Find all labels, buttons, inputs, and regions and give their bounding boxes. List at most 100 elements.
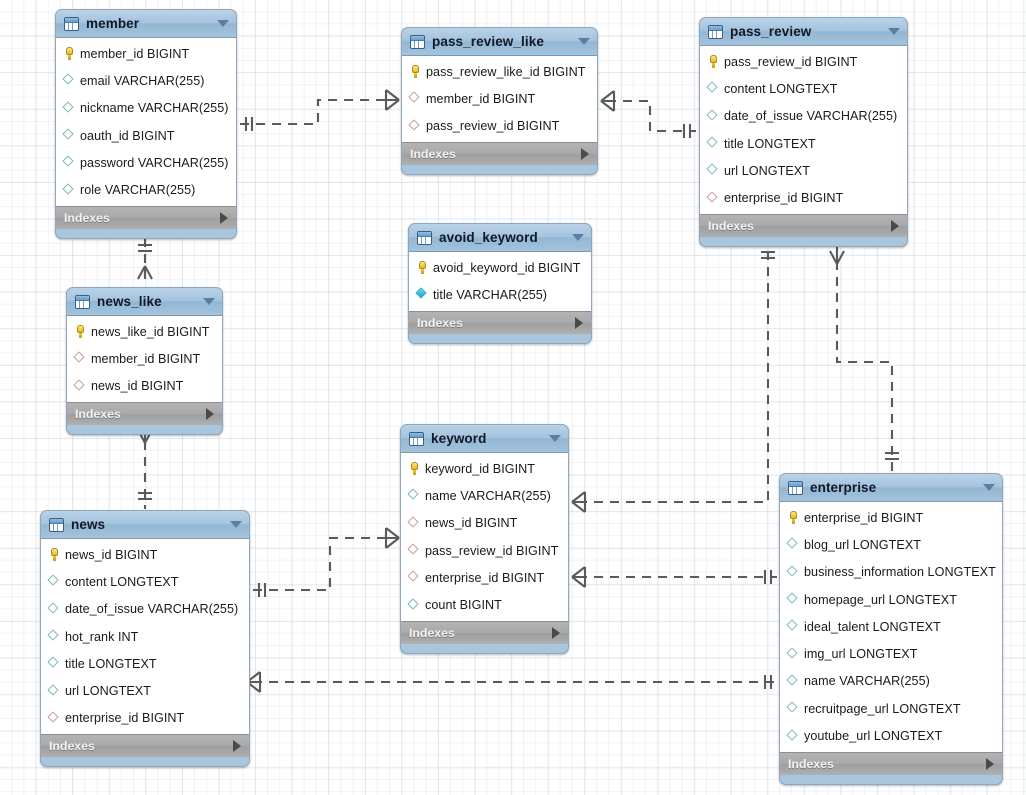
table-column[interactable]: enterprise_id BIGINT xyxy=(401,564,568,591)
table-column[interactable]: ideal_talent LONGTEXT xyxy=(780,613,1002,640)
table-column[interactable]: member_id BIGINT xyxy=(56,40,236,67)
chevron-right-icon[interactable] xyxy=(206,407,214,420)
table-pass_review_like[interactable]: pass_review_like pass_review_like_id BIGI… xyxy=(401,27,598,175)
chevron-right-icon[interactable] xyxy=(575,316,583,329)
indexes-label: Indexes xyxy=(49,739,95,754)
table-column[interactable]: pass_review_like_id BIGINT xyxy=(402,58,597,85)
indexes-section-pass_review_like[interactable]: Indexes xyxy=(402,141,597,165)
primary-key-icon xyxy=(63,47,76,61)
column-icon xyxy=(787,593,800,606)
indexes-section-news[interactable]: Indexes xyxy=(41,734,249,758)
table-column[interactable]: email VARCHAR(255) xyxy=(56,67,236,94)
table-column[interactable]: member_id BIGINT xyxy=(402,85,597,112)
table-column[interactable]: business_information LONGTEXT xyxy=(780,559,1002,586)
table-header-keyword[interactable]: keyword xyxy=(401,425,568,453)
table-header-news_like[interactable]: news_like xyxy=(67,288,222,316)
table-column[interactable]: pass_review_id BIGINT xyxy=(402,113,597,140)
table-column[interactable]: nickname VARCHAR(255) xyxy=(56,95,236,122)
table-column[interactable]: name VARCHAR(255) xyxy=(780,668,1002,695)
table-column[interactable]: img_url LONGTEXT xyxy=(780,640,1002,667)
chevron-down-icon[interactable] xyxy=(888,28,900,35)
table-column[interactable]: date_of_issue VARCHAR(255) xyxy=(700,103,907,130)
table-column[interactable]: avoid_keyword_id BIGINT xyxy=(409,254,591,281)
table-keyword[interactable]: keyword keyword_id BIGINT name VARCHAR(255… xyxy=(400,424,569,654)
table-column[interactable]: url LONGTEXT xyxy=(700,157,907,184)
table-column[interactable]: pass_review_id BIGINT xyxy=(401,537,568,564)
table-avoid_keyword[interactable]: avoid_keyword avoid_keyword_id BIGINT titl… xyxy=(408,223,592,344)
chevron-down-icon[interactable] xyxy=(572,234,584,241)
chevron-down-icon[interactable] xyxy=(549,435,561,442)
table-header-enterprise[interactable]: enterprise xyxy=(780,474,1002,502)
table-column[interactable]: recruitpage_url LONGTEXT xyxy=(780,695,1002,722)
column-label: hot_rank INT xyxy=(65,629,139,644)
column-icon xyxy=(63,156,76,169)
table-enterprise[interactable]: enterprise enterprise_id BIGINT blog_url L… xyxy=(779,473,1003,785)
indexes-section-enterprise[interactable]: Indexes xyxy=(780,751,1002,775)
chevron-down-icon[interactable] xyxy=(230,521,242,528)
table-column[interactable]: date_of_issue VARCHAR(255) xyxy=(41,596,249,623)
table-header-member[interactable]: member xyxy=(56,10,236,38)
column-label: count BIGINT xyxy=(425,598,502,613)
table-column[interactable]: enterprise_id BIGINT xyxy=(780,504,1002,531)
table-column[interactable]: enterprise_id BIGINT xyxy=(41,705,249,732)
table-column[interactable]: homepage_url LONGTEXT xyxy=(780,586,1002,613)
chevron-right-icon[interactable] xyxy=(220,211,228,224)
table-column[interactable]: name VARCHAR(255) xyxy=(401,482,568,509)
table-column[interactable]: keyword_id BIGINT xyxy=(401,455,568,482)
table-column[interactable]: count BIGINT xyxy=(401,591,568,618)
relationship-member-pass_review_like xyxy=(240,89,400,131)
table-header-avoid_keyword[interactable]: avoid_keyword xyxy=(409,224,591,252)
indexes-label: Indexes xyxy=(417,315,463,330)
table-column[interactable]: news_id BIGINT xyxy=(41,541,249,568)
table-name-label: avoid_keyword xyxy=(439,230,538,245)
column-label: title LONGTEXT xyxy=(65,656,157,671)
chevron-down-icon[interactable] xyxy=(203,298,215,305)
table-column[interactable]: url LONGTEXT xyxy=(41,677,249,704)
chevron-down-icon[interactable] xyxy=(217,20,229,27)
chevron-down-icon[interactable] xyxy=(578,38,590,45)
table-column[interactable]: pass_review_id BIGINT xyxy=(700,48,907,75)
table-pass_review[interactable]: pass_review pass_review_id BIGINT content … xyxy=(699,17,908,247)
table-column[interactable]: password VARCHAR(255) xyxy=(56,149,236,176)
table-column[interactable]: title VARCHAR(255) xyxy=(409,281,591,308)
table-header-pass_review[interactable]: pass_review xyxy=(700,18,907,46)
table-column[interactable]: oauth_id BIGINT xyxy=(56,122,236,149)
chevron-right-icon[interactable] xyxy=(891,219,899,232)
table-column[interactable]: enterprise_id BIGINT xyxy=(700,184,907,211)
table-column[interactable]: hot_rank INT xyxy=(41,623,249,650)
chevron-right-icon[interactable] xyxy=(581,147,589,160)
chevron-right-icon[interactable] xyxy=(552,626,560,639)
table-news_like[interactable]: news_like news_like_id BIGINT member_id BI… xyxy=(66,287,223,435)
table-column[interactable]: news_id BIGINT xyxy=(67,373,222,400)
indexes-label: Indexes xyxy=(708,218,754,233)
column-icon xyxy=(787,702,800,715)
table-column[interactable]: member_id BIGINT xyxy=(67,345,222,372)
table-column[interactable]: content LONGTEXT xyxy=(41,568,249,595)
column-icon xyxy=(787,566,800,579)
table-column[interactable]: youtube_url LONGTEXT xyxy=(780,722,1002,749)
table-column[interactable]: news_id BIGINT xyxy=(401,510,568,537)
table-header-pass_review_like[interactable]: pass_review_like xyxy=(402,28,597,56)
table-column[interactable]: content LONGTEXT xyxy=(700,75,907,102)
chevron-right-icon[interactable] xyxy=(233,740,241,753)
chevron-right-icon[interactable] xyxy=(986,757,994,770)
table-news[interactable]: news news_id BIGINT content LONGTEXT date_o… xyxy=(40,510,250,768)
indexes-section-news_like[interactable]: Indexes xyxy=(67,401,222,425)
indexes-section-pass_review[interactable]: Indexes xyxy=(700,213,907,237)
table-header-news[interactable]: news xyxy=(41,511,249,539)
column-label: news_id BIGINT xyxy=(425,516,518,531)
er-diagram-canvas[interactable]: .ln { stroke:#5a5a5a; stroke-width:2.1; … xyxy=(0,0,1026,795)
table-column[interactable]: title LONGTEXT xyxy=(700,130,907,157)
foreign-key-icon xyxy=(409,92,422,105)
table-column[interactable]: news_like_id BIGINT xyxy=(67,318,222,345)
indexes-section-avoid_keyword[interactable]: Indexes xyxy=(409,310,591,334)
table-member[interactable]: member member_id BIGINT email VARCHAR(255)… xyxy=(55,9,237,239)
column-label: role VARCHAR(255) xyxy=(80,183,196,198)
chevron-down-icon[interactable] xyxy=(983,484,995,491)
table-column[interactable]: title LONGTEXT xyxy=(41,650,249,677)
indexes-section-member[interactable]: Indexes xyxy=(56,205,236,229)
table-column[interactable]: blog_url LONGTEXT xyxy=(780,531,1002,558)
table-icon xyxy=(417,230,432,245)
indexes-section-keyword[interactable]: Indexes xyxy=(401,620,568,644)
table-column[interactable]: role VARCHAR(255) xyxy=(56,176,236,203)
